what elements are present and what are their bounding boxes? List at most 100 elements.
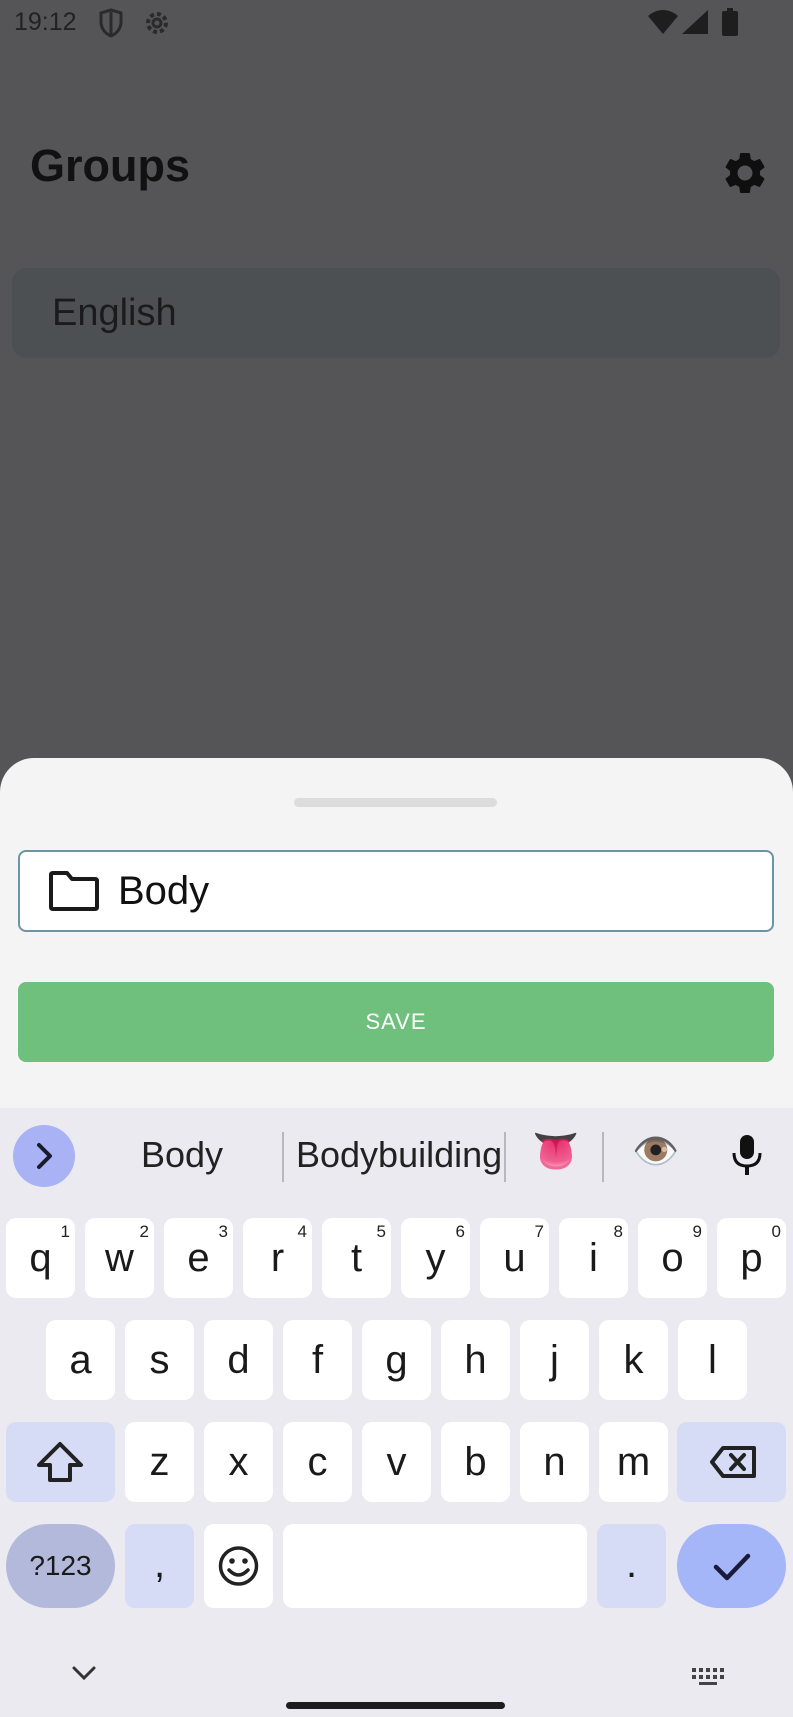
battery-icon: [722, 8, 738, 41]
key-h[interactable]: h: [441, 1320, 510, 1400]
key-y-hint: 6: [455, 1222, 465, 1241]
key-s[interactable]: s: [125, 1320, 194, 1400]
suggestion-bar: Body Bodybuilding 👅 👁️: [0, 1108, 793, 1204]
key-i-label: i: [589, 1236, 598, 1280]
microphone-icon[interactable]: [730, 1134, 764, 1181]
group-item[interactable]: English: [12, 268, 780, 358]
key-z-label: z: [149, 1440, 170, 1484]
folder-icon: [48, 870, 100, 917]
enter-key[interactable]: [677, 1524, 786, 1608]
checkmark-icon: [713, 1553, 751, 1581]
key-o-hint: 9: [692, 1222, 702, 1241]
emoji-suggestion-2[interactable]: 👁️: [632, 1130, 679, 1174]
space-key[interactable]: [283, 1524, 587, 1608]
key-b[interactable]: b: [441, 1422, 510, 1502]
key-f-label: f: [311, 1338, 324, 1382]
key-m-label: m: [616, 1440, 651, 1484]
home-indicator[interactable]: [286, 1702, 505, 1709]
key-d[interactable]: d: [204, 1320, 273, 1400]
keyboard-switch-button[interactable]: [690, 1666, 726, 1691]
key-z[interactable]: z: [125, 1422, 194, 1502]
suggestions-expand-button[interactable]: [13, 1125, 75, 1187]
comma-key[interactable]: ,: [125, 1524, 194, 1608]
key-a[interactable]: a: [46, 1320, 115, 1400]
status-time: 19:12: [14, 8, 77, 36]
key-k[interactable]: k: [599, 1320, 668, 1400]
key-t-label: t: [350, 1236, 363, 1280]
suggestion-divider: [602, 1132, 604, 1182]
signal-icon: [682, 10, 708, 39]
period-key-label: .: [625, 1542, 638, 1586]
key-p-label: p: [740, 1236, 763, 1280]
key-r[interactable]: r4: [243, 1218, 312, 1298]
key-f[interactable]: f: [283, 1320, 352, 1400]
key-u[interactable]: u7: [480, 1218, 549, 1298]
key-a-label: a: [69, 1338, 92, 1382]
key-k-label: k: [623, 1338, 644, 1382]
key-n-label: n: [543, 1440, 566, 1484]
symbols-key-label: ?123: [29, 1550, 92, 1581]
key-o[interactable]: o9: [638, 1218, 707, 1298]
key-p[interactable]: p0: [717, 1218, 786, 1298]
key-g[interactable]: g: [362, 1320, 431, 1400]
key-g-label: g: [385, 1338, 408, 1382]
gear-icon: [725, 153, 765, 193]
key-j-label: j: [550, 1338, 559, 1382]
key-j[interactable]: j: [520, 1320, 589, 1400]
suggestion-1[interactable]: Body: [141, 1134, 223, 1176]
emoji-suggestion-1[interactable]: 👅: [532, 1130, 579, 1174]
keyboard-icon: [692, 1668, 724, 1685]
status-bar: 19:12: [0, 0, 793, 46]
key-t[interactable]: t5: [322, 1218, 391, 1298]
key-m[interactable]: m: [599, 1422, 668, 1502]
page-title: Groups: [30, 140, 191, 191]
key-y[interactable]: y6: [401, 1218, 470, 1298]
key-q[interactable]: q1: [6, 1218, 75, 1298]
key-x[interactable]: x: [204, 1422, 273, 1502]
sheet-drag-handle[interactable]: [294, 798, 497, 807]
key-x-label: x: [228, 1440, 249, 1484]
key-w-hint: 2: [139, 1222, 149, 1241]
key-r-label: r: [270, 1236, 285, 1280]
group-label: English: [52, 292, 177, 334]
save-button[interactable]: SAVE: [18, 982, 774, 1062]
key-i[interactable]: i8: [559, 1218, 628, 1298]
backspace-icon: [710, 1446, 756, 1478]
settings-button[interactable]: [720, 148, 770, 198]
symbols-key[interactable]: ?123: [6, 1524, 115, 1608]
key-s-label: s: [149, 1338, 170, 1382]
suggestion-divider: [504, 1132, 506, 1182]
backspace-key[interactable]: [677, 1422, 786, 1502]
key-v-label: v: [386, 1440, 407, 1484]
key-w[interactable]: w2: [85, 1218, 154, 1298]
period-key[interactable]: .: [597, 1524, 666, 1608]
gear-status-icon: [142, 8, 172, 43]
key-q-hint: 1: [60, 1222, 70, 1241]
key-q-label: q: [29, 1236, 52, 1280]
suggestion-divider: [282, 1132, 284, 1182]
key-o-label: o: [661, 1236, 684, 1280]
key-n[interactable]: n: [520, 1422, 589, 1502]
key-h-label: h: [464, 1338, 487, 1382]
key-c-label: c: [307, 1440, 328, 1484]
key-r-hint: 4: [297, 1222, 307, 1241]
wifi-icon: [648, 10, 678, 39]
group-name-input[interactable]: [118, 862, 738, 920]
key-l[interactable]: l: [678, 1320, 747, 1400]
key-e-hint: 3: [218, 1222, 228, 1241]
keyboard-hide-button[interactable]: [70, 1664, 98, 1687]
key-e[interactable]: e3: [164, 1218, 233, 1298]
bottom-sheet: SAVE: [0, 758, 793, 1108]
group-name-field[interactable]: [18, 850, 774, 932]
on-screen-keyboard: Body Bodybuilding 👅 👁️ q1w2e3r4t5y6u7i8o…: [0, 1108, 793, 1717]
shift-key[interactable]: [6, 1422, 115, 1502]
key-p-hint: 0: [771, 1222, 781, 1241]
key-w-label: w: [105, 1236, 134, 1280]
key-u-hint: 7: [534, 1222, 544, 1241]
suggestion-2[interactable]: Bodybuilding: [296, 1134, 502, 1176]
chevron-down-icon: [72, 1666, 96, 1681]
shift-icon: [37, 1442, 83, 1482]
key-v[interactable]: v: [362, 1422, 431, 1502]
key-c[interactable]: c: [283, 1422, 352, 1502]
emoji-key[interactable]: [204, 1524, 273, 1608]
